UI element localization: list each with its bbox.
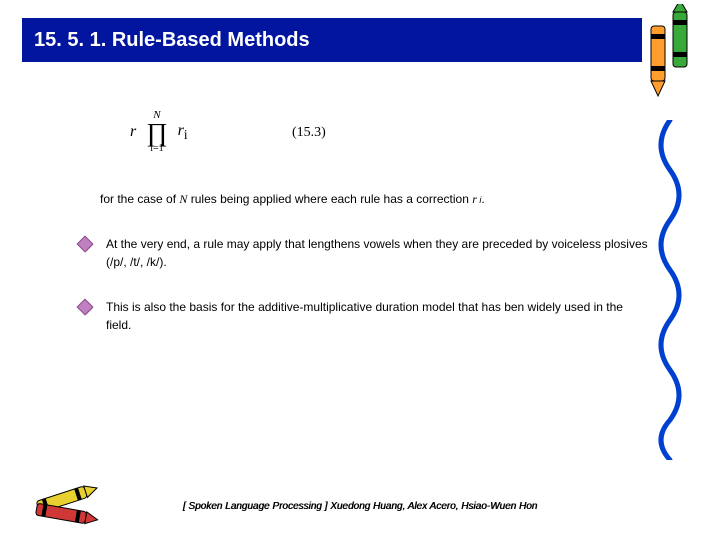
bullet-item: At the very end, a rule may apply that l… (96, 235, 651, 272)
diamond-bullet-icon (78, 300, 92, 314)
equation-number: (15.3) (292, 125, 326, 141)
diamond-bullet-icon (78, 237, 92, 251)
bullet-text: At the very end, a rule may apply that l… (106, 235, 651, 272)
equation-formula: r N ∏ i=1 ri (130, 110, 188, 154)
content-area: for the case of N rules being applied wh… (96, 190, 651, 361)
pi-symbol: ∏ (146, 121, 167, 144)
bullet-text: This is also the basis for the additive-… (106, 298, 651, 335)
intro-line: for the case of N rules being applied wh… (100, 190, 651, 209)
product-operator: N ∏ i=1 (146, 110, 167, 154)
slide-title-bar: 15. 5. 1. Rule-Based Methods (22, 18, 642, 62)
crayon-top-decoration (647, 4, 695, 99)
bullet-item: This is also the basis for the additive-… (96, 298, 651, 335)
prod-lower-limit: i=1 (150, 144, 163, 154)
crayon-squiggle-decoration (650, 120, 690, 460)
crayon-bottom-decoration (30, 475, 110, 530)
formula-term: ri (178, 122, 188, 143)
formula-lhs: r (130, 123, 136, 141)
slide-title: 15. 5. 1. Rule-Based Methods (34, 29, 310, 52)
